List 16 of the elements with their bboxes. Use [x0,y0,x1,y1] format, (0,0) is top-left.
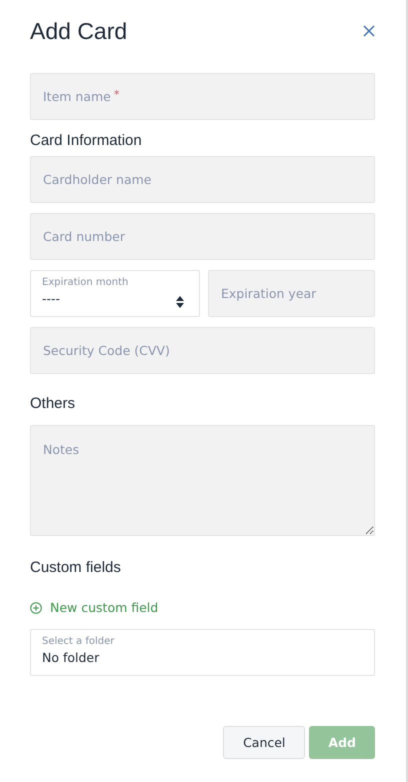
section-heading: Card Information [30,132,143,149]
card-number-field[interactable]: Card number [30,213,375,260]
section-heading: Custom fields [30,559,122,576]
new-custom-field-link[interactable]: New custom field [30,600,158,615]
expiration-year-field[interactable]: Expiration year [208,270,375,317]
close-icon[interactable] [363,25,375,37]
security-code-field[interactable]: Security Code (CVV) [30,327,375,374]
sort-arrows-icon [176,296,184,308]
notes-field[interactable]: Notes [30,425,375,536]
section-heading: Others [30,395,76,412]
plus-circle-icon [30,602,42,614]
folder-select[interactable]: Select a folder No folder [30,629,375,676]
cancel-button[interactable]: Cancel [223,726,306,759]
expiration-month-select[interactable]: Expiration month ---- [30,270,200,317]
dialog-title: Add Card [30,18,128,44]
cardholder-name-field[interactable]: Cardholder name [30,156,375,203]
